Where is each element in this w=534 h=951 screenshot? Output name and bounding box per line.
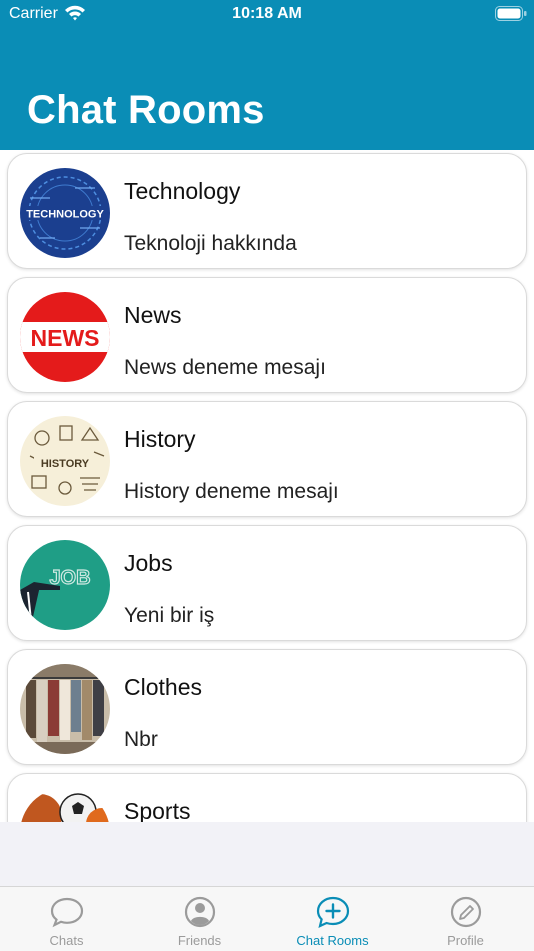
- tab-label: Chats: [49, 933, 84, 948]
- room-name: Sports: [124, 798, 191, 822]
- room-name: Jobs: [124, 550, 173, 576]
- room-last-message: News deneme mesajı: [124, 356, 326, 379]
- person-circle-icon: [184, 896, 215, 928]
- tab-chat-rooms[interactable]: Chat Rooms: [266, 887, 399, 951]
- chat-room-jobs[interactable]: JOB Jobs Yeni bir iş: [7, 525, 527, 641]
- chat-room-news[interactable]: NEWS News News deneme mesajı: [7, 277, 527, 393]
- news-avatar-text: NEWS: [31, 325, 100, 351]
- room-name: News: [124, 302, 182, 328]
- status-bar: Carrier 10:18 AM: [0, 0, 534, 30]
- history-avatar-text: HISTORY: [41, 458, 90, 470]
- tab-friends[interactable]: Friends: [133, 887, 266, 951]
- chat-room-sports[interactable]: Sports: [7, 773, 527, 822]
- header: Carrier 10:18 AM Chat Rooms: [0, 0, 534, 150]
- plus-bubble-icon: [316, 896, 349, 928]
- room-name: Technology: [124, 178, 241, 204]
- room-last-message: Nbr: [124, 728, 158, 751]
- tab-label: Profile: [447, 933, 484, 948]
- status-time: 10:18 AM: [232, 5, 302, 22]
- tab-bar: Chats Friends Chat Rooms Profile: [0, 886, 534, 951]
- chat-room-history[interactable]: HISTORY History History deneme mesajı: [7, 401, 527, 517]
- battery-icon: [495, 6, 527, 21]
- jobs-avatar: JOB: [20, 540, 110, 630]
- chat-room-clothes[interactable]: Clothes Nbr: [7, 649, 527, 765]
- chat-room-list[interactable]: TECHNOLOGY Technology Teknoloji hakkında…: [0, 150, 534, 822]
- room-last-message: Yeni bir iş: [124, 604, 215, 627]
- tab-profile[interactable]: Profile: [399, 887, 532, 951]
- tab-chats[interactable]: Chats: [0, 887, 133, 951]
- sports-avatar: [20, 788, 110, 822]
- history-avatar: HISTORY: [20, 416, 110, 506]
- clothes-avatar: [20, 664, 110, 754]
- room-last-message: Teknoloji hakkında: [124, 232, 297, 255]
- technology-avatar-text: TECHNOLOGY: [26, 209, 104, 221]
- chat-bubble-icon: [50, 897, 83, 928]
- room-name: Clothes: [124, 674, 202, 700]
- pencil-circle-icon: [450, 896, 481, 928]
- news-avatar: NEWS: [20, 292, 110, 382]
- room-name: History: [124, 426, 196, 452]
- chat-room-technology[interactable]: TECHNOLOGY Technology Teknoloji hakkında: [7, 153, 527, 269]
- tab-label: Chat Rooms: [296, 933, 369, 948]
- technology-avatar: TECHNOLOGY: [20, 168, 110, 258]
- page-title: Chat Rooms: [27, 88, 265, 132]
- tab-label: Friends: [177, 933, 222, 948]
- room-last-message: History deneme mesajı: [124, 480, 339, 503]
